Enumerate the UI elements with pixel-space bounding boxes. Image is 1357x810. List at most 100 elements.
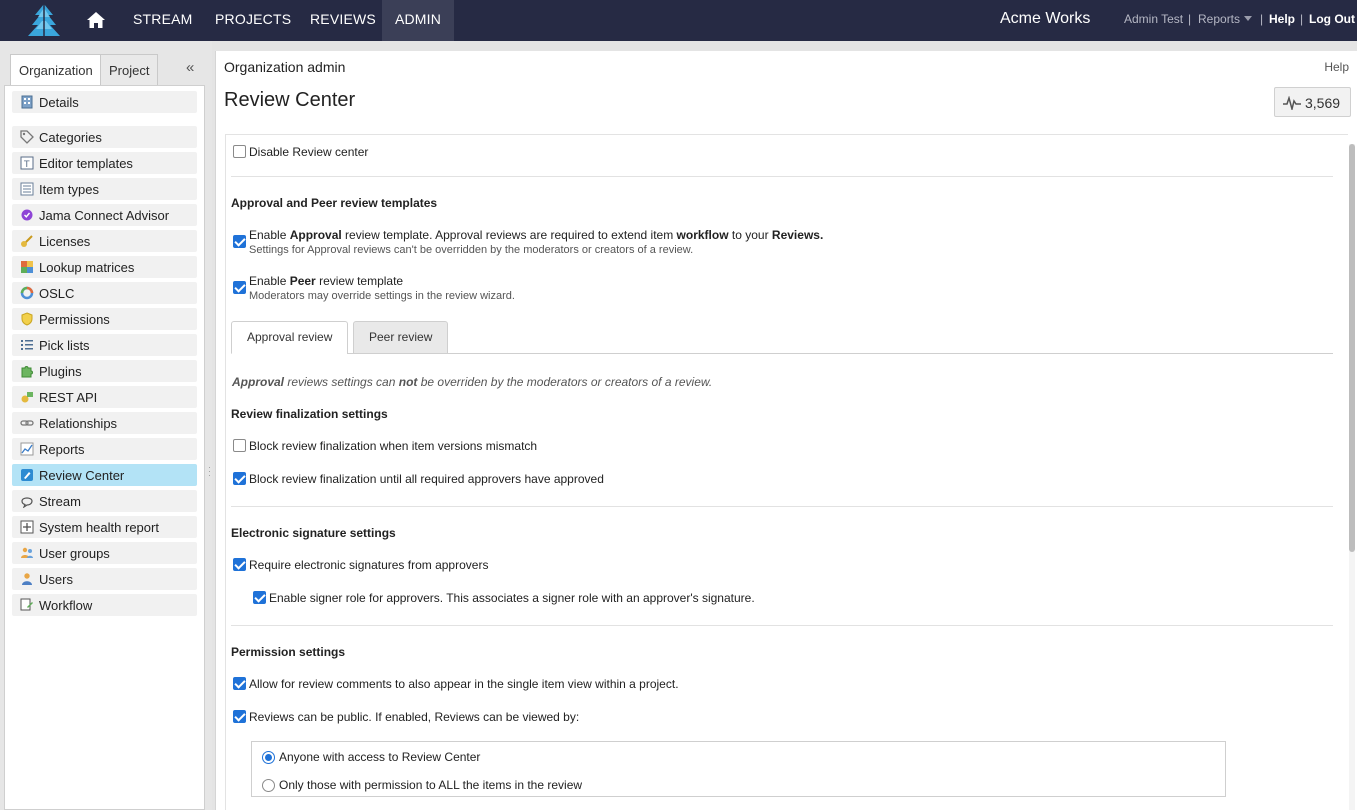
sidebar-item-label: System health report (39, 520, 159, 535)
separator: | (1188, 12, 1192, 26)
sidebar-item-pick-lists[interactable]: Pick lists (12, 334, 197, 356)
sidebar-item-users[interactable]: Users (12, 568, 197, 590)
enable-peer-label: Enable Peer review template (249, 274, 404, 288)
separator: | (1300, 12, 1304, 26)
jama-logo-icon[interactable] (26, 3, 62, 37)
sidebar-list: Details Categories T Editor templates Item t… (4, 85, 205, 810)
user-group-icon (20, 546, 34, 560)
item-types-icon (20, 182, 34, 196)
home-icon[interactable] (86, 10, 106, 30)
allow-comments-label: Allow for review comments to also appear… (249, 677, 679, 691)
admin-sidebar: Organization Project « Details Categories… (0, 41, 212, 810)
sidebar-item-editor-templates[interactable]: T Editor templates (12, 152, 197, 174)
sidebar-item-categories[interactable]: Categories (12, 126, 197, 148)
api-icon (20, 390, 34, 404)
sidebar-item-item-types[interactable]: Item types (12, 178, 197, 200)
stream-icon (20, 494, 34, 509)
tab-approval-review[interactable]: Approval review (231, 321, 349, 354)
divider (231, 506, 1333, 507)
resize-handle[interactable]: · · · (208, 463, 211, 480)
page-help-link[interactable]: Help (1324, 60, 1349, 74)
sidebar-item-workflow[interactable]: Workflow (12, 594, 197, 616)
tab-underline (347, 353, 1333, 354)
block-mismatch-label: Block review finalization when item vers… (249, 439, 538, 453)
sidebar-item-label: Details (39, 95, 79, 110)
tab-peer-review[interactable]: Peer review (353, 321, 449, 354)
divider (231, 625, 1333, 626)
sidebar-item-label: Pick lists (39, 338, 90, 353)
radio-anyone-label: Anyone with access to Review Center (279, 750, 481, 764)
sidebar-item-label: Stream (39, 494, 81, 509)
sidebar-item-relationships[interactable]: Relationships (12, 412, 197, 434)
signer-role-checkbox[interactable] (253, 591, 266, 604)
block-approvers-checkbox[interactable] (233, 472, 246, 485)
sidebar-item-lookup-matrices[interactable]: Lookup matrices (12, 256, 197, 278)
page-title: Review Center (224, 89, 356, 111)
disable-review-center-checkbox[interactable] (233, 145, 246, 158)
health-icon (20, 520, 34, 534)
tab-organization[interactable]: Organization (10, 54, 102, 86)
sidebar-item-label: Licenses (39, 234, 91, 249)
sidebar-item-label: Reports (39, 442, 85, 457)
sidebar-item-reports[interactable]: Reports (12, 438, 197, 460)
nav-admin[interactable]: ADMIN (382, 0, 454, 41)
counter-value: 3,569 (1305, 95, 1341, 111)
enable-approval-help: Settings for Approval reviews can't be o… (249, 244, 694, 256)
puzzle-icon (20, 364, 34, 378)
main-panel: Organization admin Help Review Center 3,… (215, 51, 1357, 810)
sidebar-item-label: Relationships (39, 416, 118, 431)
link-icon (20, 416, 34, 430)
enable-peer-checkbox[interactable] (233, 281, 246, 294)
user-name-link[interactable]: Admin Test (1124, 12, 1183, 26)
radio-anyone[interactable] (262, 751, 275, 764)
sidebar-item-label: Jama Connect Advisor (39, 208, 170, 223)
help-link[interactable]: Help (1269, 12, 1295, 26)
reports-dropdown[interactable]: Reports (1198, 12, 1253, 26)
scrollbar-thumb[interactable] (1349, 144, 1355, 552)
sidebar-item-label: Editor templates (39, 156, 133, 171)
allow-comments-checkbox[interactable] (233, 677, 246, 690)
sidebar-item-system-health-report[interactable]: System health report (12, 516, 197, 538)
collapse-sidebar-icon[interactable]: « (186, 59, 194, 76)
permission-heading: Permission settings (231, 645, 346, 659)
sidebar-item-plugins[interactable]: Plugins (12, 360, 197, 382)
sidebar-item-jama-connect-advisor[interactable]: Jama Connect Advisor (12, 204, 197, 226)
require-esig-checkbox[interactable] (233, 558, 246, 571)
sidebar-item-review-center[interactable]: Review Center (12, 464, 197, 486)
sidebar-item-stream[interactable]: Stream (12, 490, 197, 512)
matrix-icon (20, 260, 34, 274)
oslc-icon (20, 286, 34, 300)
sidebar-item-user-groups[interactable]: User groups (12, 542, 197, 564)
sidebar-item-licenses[interactable]: Licenses (12, 230, 197, 252)
advisor-icon (20, 208, 34, 222)
pulse-icon (1283, 96, 1301, 110)
sidebar-item-label: Plugins (39, 364, 82, 379)
org-brand-name: Acme Works (1000, 10, 1091, 27)
templates-heading: Approval and Peer review templates (231, 196, 438, 210)
sidebar-item-rest-api[interactable]: REST API (12, 386, 197, 408)
esig-heading: Electronic signature settings (231, 526, 396, 540)
sidebar-item-details[interactable]: Details (12, 91, 197, 113)
sidebar-item-label: Categories (39, 130, 102, 145)
logout-link[interactable]: Log Out (1309, 12, 1355, 26)
reviews-public-checkbox[interactable] (233, 710, 246, 723)
nav-stream[interactable]: STREAM (133, 0, 193, 41)
top-nav-bar: STREAM PROJECTS REVIEWS ADMIN Acme Works… (0, 0, 1357, 41)
chart-icon (20, 442, 34, 456)
template-icon: T (20, 156, 34, 170)
approval-note: Approval reviews settings can not be ove… (232, 375, 713, 389)
sidebar-item-label: Users (39, 572, 73, 587)
activity-counter[interactable]: 3,569 (1274, 87, 1351, 117)
tab-project[interactable]: Project (100, 54, 159, 86)
visibility-options: Anyone with access to Review Center Only… (251, 741, 1226, 797)
enable-peer-help: Moderators may override settings in the … (249, 290, 515, 302)
enable-approval-checkbox[interactable] (233, 235, 246, 248)
nav-reviews[interactable]: REVIEWS (310, 0, 376, 41)
radio-permission-all[interactable] (262, 779, 275, 792)
sidebar-item-oslc[interactable]: OSLC (12, 282, 197, 304)
signer-role-label: Enable signer role for approvers. This a… (269, 591, 755, 605)
nav-projects[interactable]: PROJECTS (215, 0, 291, 41)
key-icon (20, 234, 34, 248)
sidebar-item-permissions[interactable]: Permissions (12, 308, 197, 330)
block-mismatch-checkbox[interactable] (233, 439, 246, 452)
